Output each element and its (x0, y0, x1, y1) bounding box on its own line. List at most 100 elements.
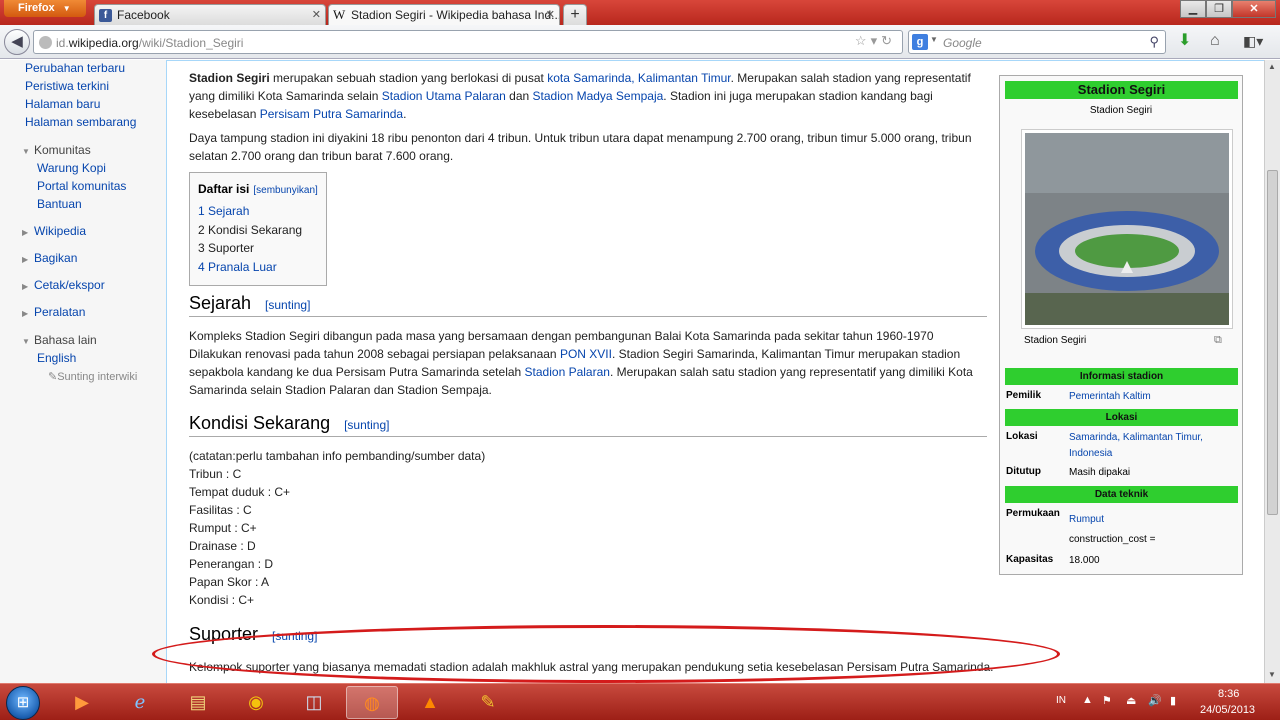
url-bar[interactable]: id.wikipedia.org/wiki/Stadion_Segiri ☆▾↻ (33, 30, 903, 54)
sidebar-section-wikipedia[interactable]: ▶ Wikipedia (22, 224, 86, 238)
download-icon[interactable]: ⬇ (1178, 33, 1191, 49)
close-tab-icon[interactable]: ✕ (546, 8, 555, 21)
tab-facebook[interactable]: f Facebook ✕ (94, 4, 326, 25)
tab-stadion-segiri[interactable]: W Stadion Segiri - Wikipedia bahasa Ind.… (328, 4, 560, 25)
link-stadion-palaran[interactable]: Stadion Palaran (525, 365, 610, 379)
chevron-down-icon[interactable]: ▼ (930, 35, 938, 44)
search-bar[interactable]: g ▼ Google ⚲ (908, 30, 1166, 54)
start-button[interactable]: ⊞ (6, 686, 40, 720)
sidebar-section-share[interactable]: ▶ Bagikan (22, 251, 77, 265)
sidebar-section-label: Komunitas (34, 143, 91, 157)
tab-label: Facebook (117, 8, 170, 22)
sidebar-item-random-page[interactable]: Halaman sembarang (25, 115, 136, 129)
toc-item-kondisi-sekarang[interactable]: 2 Kondisi Sekarang (198, 223, 302, 237)
construction-cost-text: construction_cost = (1069, 534, 1156, 545)
sidebar-item-english[interactable]: English (37, 351, 76, 365)
media-player-icon[interactable]: ▶ (56, 686, 108, 719)
triangle-down-icon: ▼ (22, 147, 30, 156)
home-icon[interactable]: ⌂ (1210, 33, 1220, 49)
chevron-down-icon: ▼ (62, 4, 71, 13)
maximize-button[interactable]: ❐ (1206, 0, 1232, 18)
window-close-button[interactable]: ✕ (1232, 0, 1276, 18)
heading-text: Kondisi Sekarang (189, 413, 331, 433)
url-path: /wiki/Stadion_Segiri (138, 36, 244, 50)
dropdown-arrow-icon[interactable]: ▾ (871, 33, 882, 48)
location-label: Lokasi (1006, 431, 1038, 442)
safely-remove-icon[interactable]: ⏏ (1126, 694, 1136, 707)
sidebar-item-current-events[interactable]: Peristiwa terkini (25, 79, 109, 93)
edit-interwiki-label: Sunting interwiki (57, 371, 138, 383)
chrome-icon[interactable]: ◉ (230, 686, 282, 719)
google-icon[interactable]: g (912, 34, 928, 50)
toc-item-pranala-luar[interactable]: 4 Pranala Luar (198, 260, 277, 274)
link-persisam-putra-samarinda[interactable]: Persisam Putra Samarinda (260, 107, 403, 121)
section-heading-suporter: Suporter [sunting] (189, 624, 987, 647)
image-viewer-icon[interactable]: ◫ (288, 686, 340, 719)
sidebar-item-recent-changes[interactable]: Perubahan terbaru (25, 61, 125, 75)
page-viewport: Perubahan terbaru Peristiwa terkini Hala… (0, 60, 1264, 683)
sidebar-section-print-export[interactable]: ▶ Cetak/ekspor (22, 278, 105, 292)
navigation-toolbar: ◀ id.wikipedia.org/wiki/Stadion_Segiri ☆… (0, 25, 1280, 59)
sidebar-section-languages[interactable]: ▼ Bahasa lain (22, 333, 97, 347)
title-bar: Firefox ▼ f Facebook ✕ W Stadion Segiri -… (0, 0, 1280, 25)
back-button[interactable]: ◀ (4, 29, 30, 55)
sidebar-item-new-pages[interactable]: Halaman baru (25, 97, 100, 111)
closed-label: Ditutup (1006, 466, 1041, 477)
link-kota-samarinda[interactable]: kota Samarinda, Kalimantan Timur (547, 71, 730, 85)
action-center-icon[interactable]: ⚑ (1102, 694, 1112, 707)
location-value-link[interactable]: Samarinda, Kalimantan Timur, Indonesia (1069, 430, 1234, 462)
clock-date[interactable]: 24/05/2013 (1200, 704, 1255, 716)
sidebar-item-warung-kopi[interactable]: Warung Kopi (37, 161, 106, 175)
edit-section-link[interactable]: [sunting] (272, 629, 317, 643)
link-stadion-utama-palaran[interactable]: Stadion Utama Palaran (382, 89, 506, 103)
tab-label: Stadion Segiri - Wikipedia bahasa Ind... (351, 8, 560, 22)
scroll-thumb[interactable] (1267, 170, 1278, 515)
sidebar-section-label: Bagikan (34, 251, 78, 265)
edit-section-link[interactable]: [sunting] (265, 298, 310, 312)
internet-explorer-icon[interactable]: ℯ (114, 686, 166, 719)
sidebar-section-label: Bahasa lain (34, 333, 97, 347)
sidebar-item-help[interactable]: Bantuan (37, 197, 82, 211)
paint-icon[interactable]: ✎ (462, 686, 514, 719)
edit-section-link[interactable]: [sunting] (344, 418, 389, 432)
vlc-icon[interactable]: ▲ (404, 686, 456, 719)
link-pon-xvii[interactable]: PON XVII (560, 347, 612, 361)
toc-item-suporter[interactable]: 3 Suporter (198, 241, 254, 255)
link-stadion-madya-sempaja[interactable]: Stadion Madya Sempaja (533, 89, 664, 103)
closed-value: Masih dipakai (1069, 467, 1131, 478)
enlarge-icon[interactable]: ⧉ (1214, 334, 1222, 347)
language-indicator[interactable]: IN (1056, 695, 1066, 706)
new-tab-button[interactable]: + (563, 4, 587, 25)
bookmark-star-icon[interactable]: ☆ (855, 33, 871, 48)
triangle-right-icon: ▶ (22, 282, 29, 291)
sidebar-section-community[interactable]: ▼ Komunitas (22, 143, 91, 157)
firefox-icon[interactable]: ◍ (346, 686, 398, 719)
network-signal-icon[interactable]: ▮ (1170, 694, 1176, 707)
toc-item-sejarah[interactable]: 1 Sejarah (198, 204, 249, 218)
surface-value-link[interactable]: Rumput (1069, 512, 1234, 528)
minimize-button[interactable]: ▁ (1180, 0, 1206, 18)
sidebar-section-label: Wikipedia (34, 224, 87, 238)
sejarah-paragraph: Kompleks Stadion Segiri dibangun pada ma… (189, 327, 989, 399)
toc-hide-link[interactable]: [sembunyikan] (253, 185, 317, 196)
firefox-menu-button[interactable]: Firefox ▼ (4, 0, 86, 17)
file-explorer-icon[interactable]: ▤ (172, 686, 224, 719)
show-hidden-icons-icon[interactable]: ▲ (1082, 694, 1093, 706)
volume-icon[interactable]: 🔊 (1148, 694, 1162, 707)
clock-time[interactable]: 8:36 (1218, 688, 1239, 700)
scroll-up-icon[interactable]: ▲ (1268, 62, 1276, 71)
stadium-photo[interactable] (1021, 129, 1233, 329)
bookmarks-menu-icon[interactable]: ◧▾ (1243, 33, 1263, 49)
edit-interwiki-link[interactable]: ✎Sunting interwiki (48, 370, 137, 383)
sidebar-section-tools[interactable]: ▶ Peralatan (22, 305, 85, 319)
infobox-title: Stadion Segiri (1005, 81, 1238, 99)
search-icon[interactable]: ⚲ (1149, 34, 1159, 50)
close-tab-icon[interactable]: ✕ (312, 8, 321, 21)
owner-value-link[interactable]: Pemerintah Kaltim (1069, 389, 1234, 405)
vertical-scrollbar[interactable]: ▲ ▼ (1264, 60, 1280, 683)
photo-caption: Stadion Segiri (1024, 335, 1087, 346)
reload-icon[interactable]: ↻ (881, 33, 896, 48)
sidebar-item-community-portal[interactable]: Portal komunitas (37, 179, 126, 193)
scroll-down-icon[interactable]: ▼ (1268, 670, 1276, 679)
heading-text: Sejarah (189, 293, 252, 313)
